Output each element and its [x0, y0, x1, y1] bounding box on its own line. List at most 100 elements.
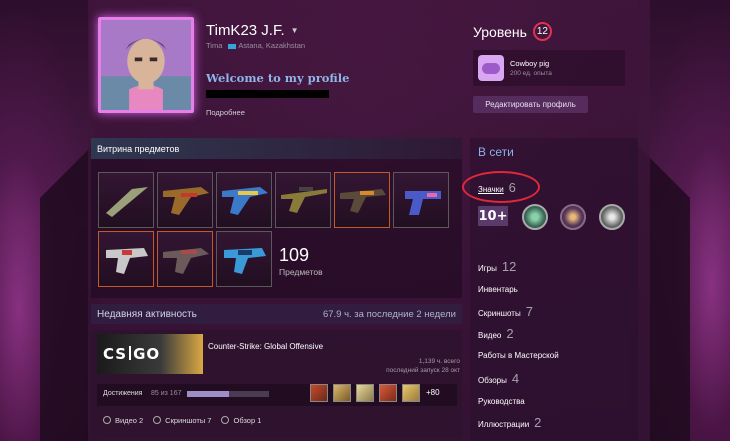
logo-right: GO	[133, 345, 161, 363]
csgo-logo: CS GO	[103, 345, 160, 363]
persona-name[interactable]: TimK23 J.F.	[206, 22, 285, 39]
smg-icon	[224, 248, 266, 274]
showcase-item[interactable]	[157, 231, 213, 287]
pig-icon	[478, 55, 504, 81]
items-count-label: Предметов	[279, 267, 323, 277]
recent-activity-hours: 67.9 ч. за последние 2 недели	[322, 308, 456, 320]
rifle-icon	[340, 189, 386, 213]
game-capsule[interactable]: CS GO	[97, 334, 203, 374]
review-icon	[221, 416, 230, 424]
sidebar-item-reviews[interactable]: Обзоры 4	[478, 371, 519, 386]
achievements-progress-fill	[187, 391, 229, 397]
more-link[interactable]: Подробнее	[206, 108, 245, 117]
showcase-title: Витрина предметов	[91, 138, 462, 159]
real-name-location: Tima Astana, Kazakhstan	[206, 41, 305, 50]
sidebar-item-label[interactable]: Инвентарь	[478, 285, 518, 294]
flag-icon	[228, 43, 237, 49]
achievement-icon[interactable]	[333, 384, 351, 402]
sidebar-item-count: 7	[525, 304, 533, 319]
screenshots-stat-text: Скриншоты 7	[165, 416, 212, 425]
sidebar-item-artwork[interactable]: Иллюстрации 2	[478, 415, 541, 430]
sidebar-item-inventory[interactable]: Инвентарь	[478, 285, 518, 294]
recent-activity-header: Недавняя активность 67.9 ч. за последние…	[91, 304, 462, 324]
sidebar-item-count: 4	[511, 371, 520, 386]
favorite-badge-text: Cowboy pig 200 ед. опыта	[510, 59, 552, 77]
showcase-item[interactable]	[216, 231, 272, 287]
sidebar-item-label[interactable]: Игры	[478, 264, 497, 273]
level-label: Уровень	[473, 23, 527, 40]
achievements-count: 85 из 167	[151, 390, 182, 397]
location: Astana, Kazakhstan	[228, 41, 305, 50]
recent-activity-title: Недавняя активность	[97, 308, 197, 320]
achievements-label: Достижения	[103, 390, 143, 397]
videos-stat-text: Видео 2	[115, 416, 144, 425]
sidebar-item-count: 2	[506, 326, 514, 341]
hours-total: 1,139 ч. всего	[418, 358, 460, 365]
achievement-icon[interactable]	[379, 384, 397, 402]
showcase-item[interactable]	[98, 172, 154, 228]
game-stats-row: Видео 2 Скриншоты 7 Обзор 1	[103, 416, 261, 425]
online-status: В сети	[478, 145, 514, 159]
sniper-rifle-icon	[281, 187, 327, 213]
showcase-item[interactable]	[275, 172, 331, 228]
showcase-item[interactable]	[98, 231, 154, 287]
showcase-item[interactable]	[334, 172, 390, 228]
level-badge[interactable]: 12	[532, 22, 552, 41]
avatar-image	[101, 20, 191, 110]
summary-title: Welcome to my profile	[206, 71, 350, 85]
showcase-item[interactable]	[157, 172, 213, 228]
globe-badge-icon[interactable]	[522, 204, 548, 230]
logo-separator	[129, 346, 132, 360]
camera-icon	[153, 416, 162, 424]
rifle-icon	[163, 248, 209, 274]
achievements-more[interactable]: +80	[426, 388, 440, 397]
avatar[interactable]	[98, 17, 194, 113]
favorite-badge-name: Cowboy pig	[510, 59, 550, 68]
highlight-circle	[462, 171, 540, 203]
compass-badge-icon[interactable]	[560, 204, 586, 230]
real-name: Tima	[206, 41, 223, 50]
achievement-icon[interactable]	[356, 384, 374, 402]
achievements-progress	[187, 391, 269, 397]
lightning-badge-icon[interactable]	[599, 204, 625, 230]
edit-profile-button[interactable]: Редактировать профиль	[473, 96, 588, 113]
persona-row[interactable]: TimK23 J.F. ▼	[206, 22, 299, 39]
persona-dropdown-icon[interactable]: ▼	[291, 26, 299, 35]
reviews-stat[interactable]: Обзор 1	[221, 416, 261, 425]
sidebar-item-games[interactable]: Игры 12	[478, 259, 516, 274]
logo-left: CS	[103, 345, 128, 363]
smg-icon	[106, 248, 148, 274]
sidebar-item-label[interactable]: Работы в Мастерской	[478, 351, 559, 360]
location-text: Astana, Kazakhstan	[238, 41, 306, 50]
sidebar-item-label[interactable]: Руководства	[478, 397, 525, 406]
video-icon	[103, 416, 111, 424]
sidebar-item-count: 2	[534, 415, 542, 430]
sidebar-item-screenshots[interactable]: Скриншоты 7	[478, 304, 533, 319]
sidebar-item-label[interactable]: Видео	[478, 331, 501, 340]
rifle-icon	[163, 187, 209, 215]
sidebar-item-label[interactable]: Скриншоты	[478, 309, 521, 318]
achievement-icon[interactable]	[402, 384, 420, 402]
sidebar-item-label[interactable]: Иллюстрации	[478, 420, 529, 429]
pistol-icon	[405, 191, 441, 215]
favorite-badge[interactable]: Cowboy pig 200 ед. опыта	[473, 50, 625, 86]
level-10-badge-icon[interactable]: 10+	[478, 206, 508, 226]
knife-icon	[106, 187, 148, 217]
reviews-stat-text: Обзор 1	[233, 416, 262, 425]
sidebar-item-videos[interactable]: Видео 2	[478, 326, 514, 341]
showcase-item[interactable]	[216, 172, 272, 228]
rifle-icon	[222, 187, 268, 215]
showcase-item[interactable]	[393, 172, 449, 228]
sidebar-item-guides[interactable]: Руководства	[478, 397, 525, 406]
videos-stat[interactable]: Видео 2	[103, 416, 143, 425]
level-row: Уровень 12	[473, 22, 552, 41]
sidebar-item-label[interactable]: Обзоры	[478, 376, 507, 385]
game-hours: 1,139 ч. всего последний запуск 28 окт	[386, 357, 460, 375]
favorite-badge-xp: 200 ед. опыта	[510, 70, 552, 77]
sidebar-item-count: 12	[501, 259, 517, 274]
sidebar-item-workshop[interactable]: Работы в Мастерской	[478, 351, 559, 360]
achievement-icon[interactable]	[310, 384, 328, 402]
screenshots-stat[interactable]: Скриншоты 7	[153, 416, 211, 425]
game-name[interactable]: Counter-Strike: Global Offensive	[208, 342, 323, 351]
items-count: 109	[279, 245, 310, 265]
